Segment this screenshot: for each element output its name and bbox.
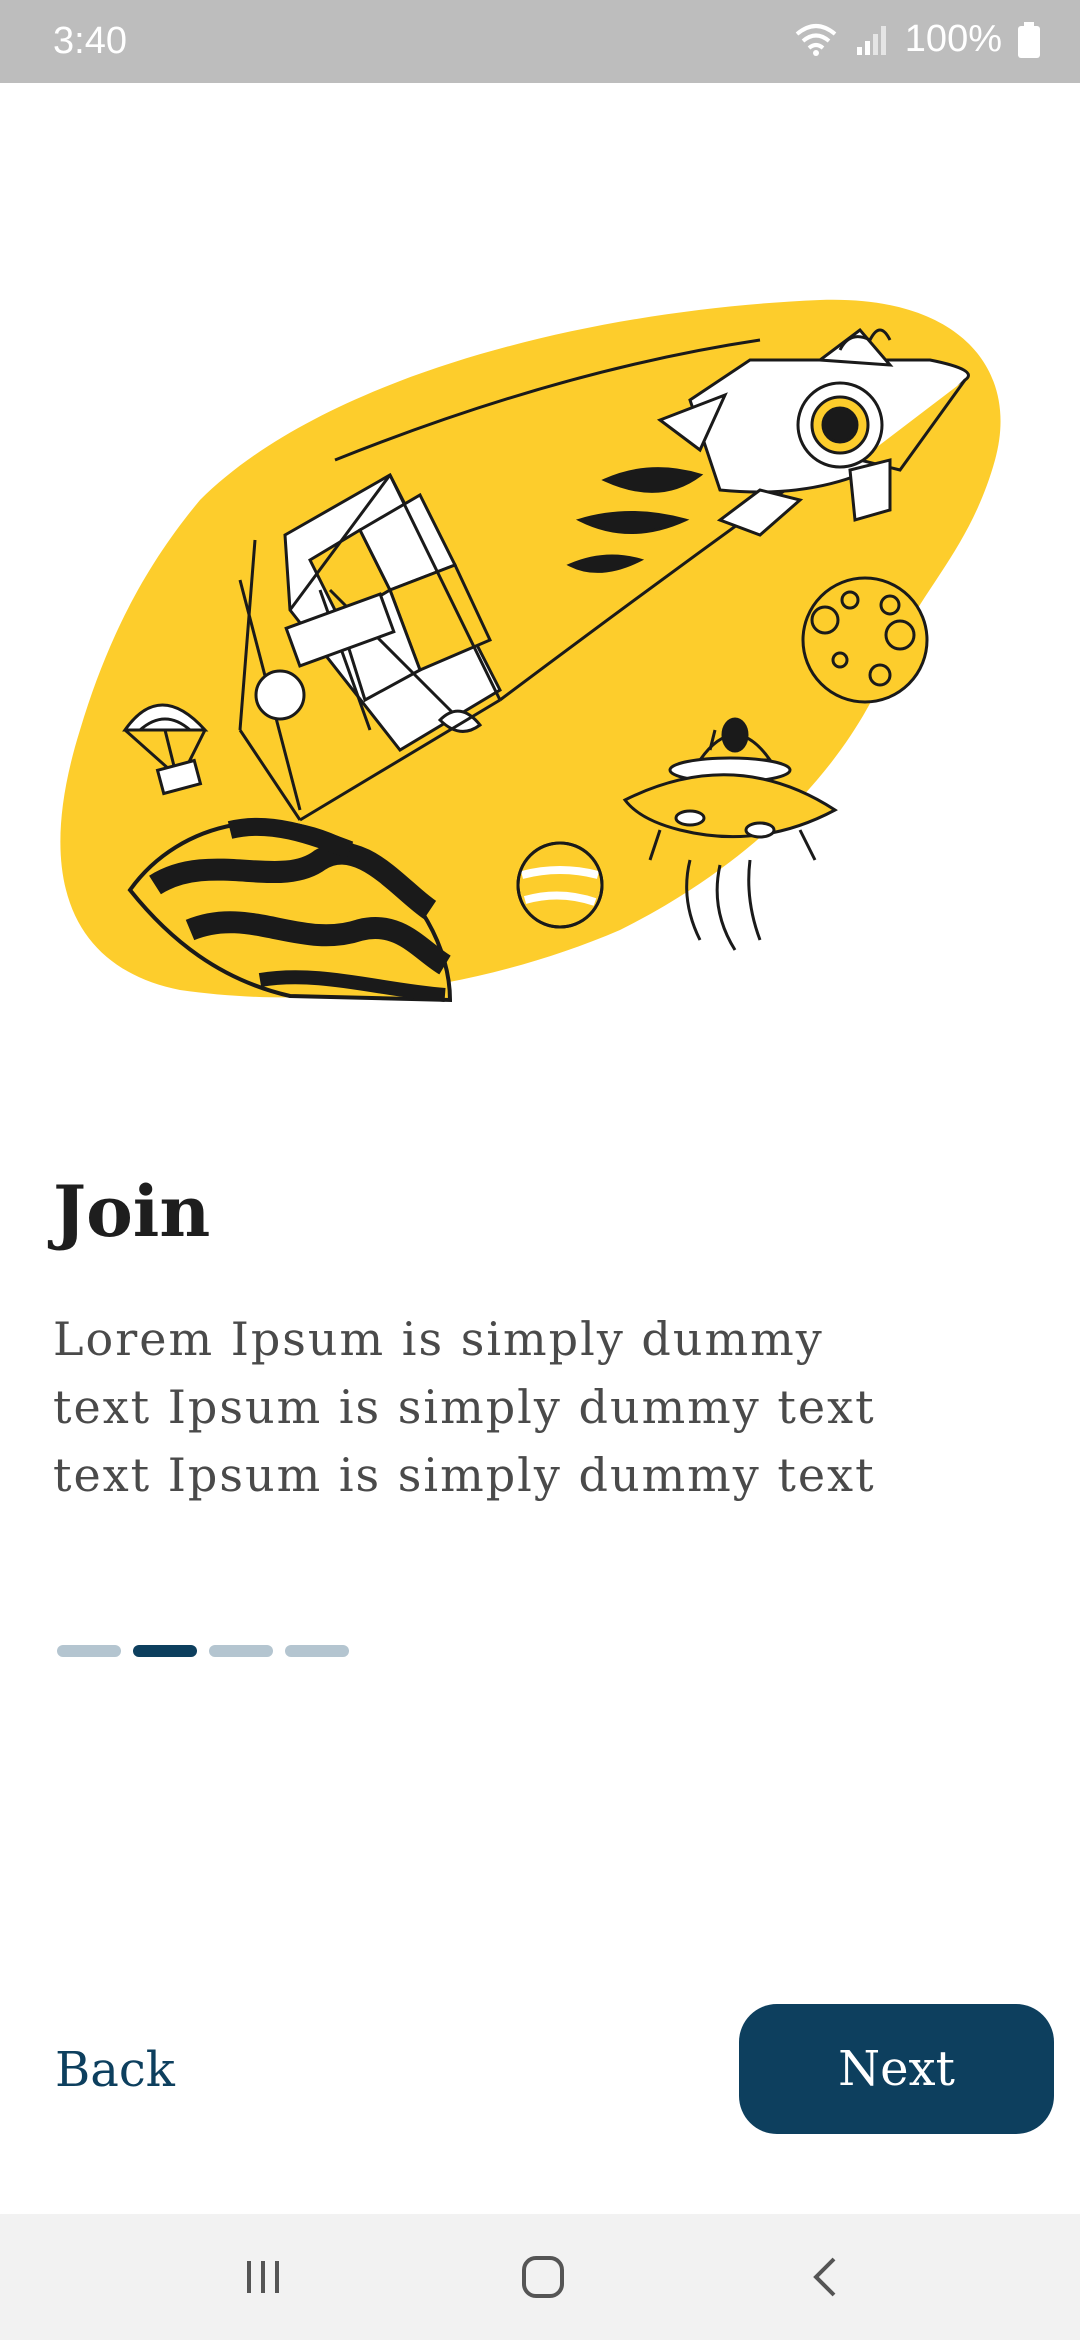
small-planet-icon xyxy=(516,841,604,929)
description-line-3: text Ipsum is simply dummy text xyxy=(53,1448,876,1502)
moon-icon xyxy=(801,576,929,704)
battery-icon xyxy=(1018,21,1040,58)
home-icon[interactable] xyxy=(513,2252,573,2302)
system-nav-bar xyxy=(0,2214,1080,2340)
page-indicator-dot-1 xyxy=(57,1645,121,1657)
page-indicator-dot-3 xyxy=(209,1645,273,1657)
signal-icon xyxy=(855,23,889,57)
next-button[interactable]: Next xyxy=(739,2004,1054,2134)
page-indicator xyxy=(57,1645,349,1657)
description-line-1: Lorem Ipsum is simply dummy xyxy=(53,1312,824,1366)
page-description: Lorem Ipsum is simply dummy text Ipsum i… xyxy=(53,1305,953,1509)
status-bar: 3:40 100% xyxy=(0,0,1080,83)
status-icons: 100% xyxy=(793,18,1040,61)
page-title: Join xyxy=(53,1170,211,1253)
wifi-icon xyxy=(793,22,839,58)
recents-icon[interactable] xyxy=(233,2252,293,2302)
back-button[interactable]: Back xyxy=(55,2035,175,2105)
battery-level: 100% xyxy=(904,18,1002,60)
page-indicator-dot-2-active xyxy=(133,1645,197,1657)
status-time: 3:40 xyxy=(53,20,127,62)
back-icon[interactable] xyxy=(795,2252,855,2302)
onboarding-illustration xyxy=(60,290,1020,1010)
description-line-2: text Ipsum is simply dummy text xyxy=(53,1380,876,1434)
page-indicator-dot-4 xyxy=(285,1645,349,1657)
